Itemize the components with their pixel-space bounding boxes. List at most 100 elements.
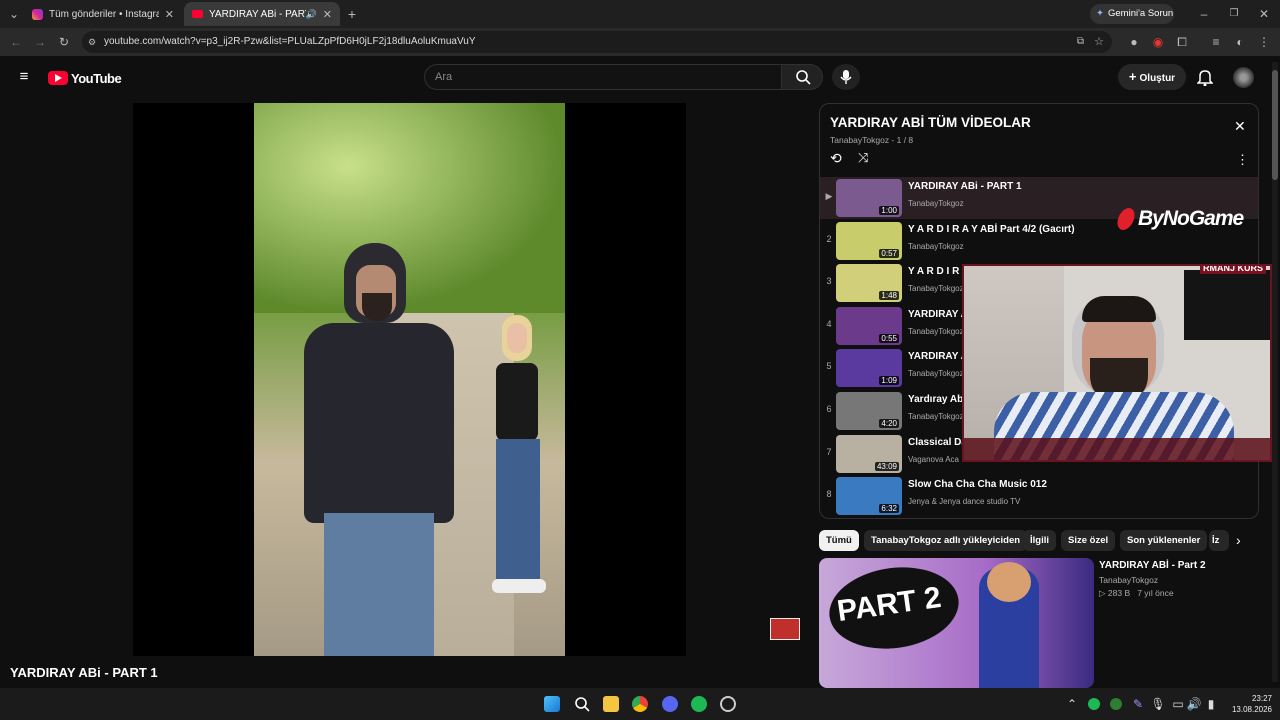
- playlist-item-title[interactable]: Y A R D I R A Y ABİ Part 4/2 (Gacırt): [908, 224, 1075, 235]
- tray-spotify-icon[interactable]: [1088, 698, 1100, 710]
- close-window-icon[interactable]: ✕: [1256, 6, 1272, 22]
- chips-next-icon[interactable]: ›: [1236, 532, 1241, 548]
- playlist-item-thumbnail[interactable]: 1:00: [836, 179, 902, 217]
- playlist-item-channel[interactable]: TanabayTokgoz: [908, 284, 964, 293]
- playlist-item-title[interactable]: YARDIRAY A: [908, 351, 968, 362]
- profile-icon[interactable]: ◐: [1232, 34, 1248, 50]
- playlist-item-thumbnail[interactable]: 0:57: [836, 221, 902, 260]
- bookmark-star-icon[interactable]: ☆: [1094, 31, 1104, 53]
- playlist-more-icon[interactable]: ⋮: [1236, 152, 1249, 168]
- search-button[interactable]: [781, 64, 823, 90]
- create-label: Oluştur: [1139, 73, 1176, 84]
- gemini-button[interactable]: ✦ Gemini'a Sorun: [1090, 4, 1174, 24]
- chrome-icon[interactable]: [632, 696, 648, 712]
- notifications-bell-icon[interactable]: [1197, 68, 1213, 86]
- filter-chip[interactable]: İlgili: [1023, 530, 1056, 551]
- youtube-logo[interactable]: YouTube: [48, 69, 122, 87]
- address-bar-row: ← → ↻ ⚙ youtube.com/watch?v=p3_ij2R-Pzw&…: [0, 28, 1280, 56]
- loop-icon[interactable]: ⟲: [830, 150, 842, 167]
- file-explorer-icon[interactable]: [603, 696, 619, 712]
- discord-icon[interactable]: [662, 696, 678, 712]
- playlist-item-title[interactable]: YARDIRAY ABi - PART 1: [908, 181, 1022, 192]
- reading-list-icon[interactable]: ≡: [1208, 34, 1224, 50]
- taskbar-clock[interactable]: 23:27 13.08.2026: [1222, 693, 1272, 715]
- playlist-item-title[interactable]: Slow Cha Cha Cha Music 012: [908, 479, 1047, 490]
- hamburger-menu-icon[interactable]: ≡: [16, 69, 32, 85]
- search-input[interactable]: Ara: [424, 64, 782, 90]
- playlist-item[interactable]: 8 6:32 Slow Cha Cha Cha Music 012 Jenya & J…: [820, 475, 1258, 517]
- extensions-puzzle-icon[interactable]: ⧠: [1174, 34, 1190, 50]
- tab-instagram[interactable]: Tüm gönderiler • Instagram ✕: [24, 2, 182, 26]
- shuffle-icon[interactable]: ⤨: [858, 150, 868, 166]
- playlist-item-title[interactable]: YARDIRAY A: [908, 309, 968, 320]
- small-channel-badge[interactable]: [770, 618, 800, 640]
- extension-icon[interactable]: ●: [1126, 34, 1142, 50]
- tab-list-chevron-icon[interactable]: ⌄: [6, 6, 22, 22]
- scrollbar-thumb[interactable]: [1272, 70, 1278, 180]
- tray-expand-icon[interactable]: ⌃: [1064, 696, 1080, 712]
- recommended-title[interactable]: YARDIRAY ABİ - Part 2: [1099, 560, 1206, 571]
- filter-chip[interactable]: Son yüklenenler: [1120, 530, 1208, 551]
- voice-search-button[interactable]: [832, 64, 860, 90]
- playlist-item-channel[interactable]: Jenya & Jenya dance studio TV: [908, 497, 1020, 506]
- filter-chip[interactable]: Size özel: [1061, 530, 1116, 551]
- tray-feather-icon[interactable]: ✎: [1130, 696, 1146, 712]
- playlist-item-thumbnail[interactable]: 1:48: [836, 264, 902, 303]
- playlist-item-title[interactable]: Classical Da: [908, 437, 967, 448]
- tab-youtube[interactable]: YARDIRAY ABi - PART 1 - Yo 🔊 ✕: [184, 2, 340, 26]
- playlist-item-channel[interactable]: TanabayTokgoz: [908, 369, 964, 378]
- close-playlist-icon[interactable]: ✕: [1234, 118, 1246, 135]
- tray-mic-icon[interactable]: 🎙: [1150, 696, 1166, 712]
- forward-icon[interactable]: →: [32, 34, 48, 50]
- app-icon[interactable]: [720, 696, 736, 712]
- minimize-icon[interactable]: –: [1196, 6, 1212, 22]
- battery-icon[interactable]: ▮: [1203, 696, 1219, 712]
- filter-chip[interactable]: Tümü: [819, 530, 859, 551]
- install-app-icon[interactable]: ⧉: [1077, 31, 1084, 53]
- playlist-item-title[interactable]: Yardıray Abi: [908, 394, 966, 405]
- woman-figure: [482, 315, 552, 605]
- menu-dots-icon[interactable]: ⋮: [1256, 34, 1272, 50]
- playlist-item-index: 4: [826, 318, 832, 329]
- playlist-item-thumbnail[interactable]: 43:09: [836, 434, 902, 473]
- recommended-channel[interactable]: TanabayTokgoz: [1099, 575, 1158, 585]
- playlist-item-title[interactable]: Y A R D I R A: [908, 266, 969, 277]
- tray-app-icon[interactable]: [1110, 698, 1122, 710]
- windows-start-icon[interactable]: [544, 696, 560, 712]
- playlist-item-thumbnail[interactable]: 0:55: [836, 306, 902, 345]
- taskbar-search-icon[interactable]: [574, 696, 590, 712]
- close-tab-icon[interactable]: ✕: [323, 8, 332, 21]
- network-icon[interactable]: ▭: [1170, 696, 1186, 712]
- playlist-item-channel[interactable]: TanabayTokgoz: [908, 327, 964, 336]
- playlist-item-thumbnail[interactable]: 4:20: [836, 392, 902, 430]
- filter-chip[interactable]: İz: [1209, 530, 1229, 551]
- speaker-icon[interactable]: 🔊: [306, 9, 317, 20]
- clock-date: 13.08.2026: [1231, 705, 1272, 714]
- video-player[interactable]: [133, 103, 686, 656]
- playlist-item-thumbnail[interactable]: 6:32: [836, 477, 902, 516]
- playlist-item-channel[interactable]: TanabayTokgoz: [908, 199, 964, 208]
- close-tab-icon[interactable]: ✕: [165, 8, 174, 21]
- playlist-item-duration: 0:57: [879, 248, 899, 258]
- playlist-item-channel[interactable]: Vaganova Aca: [908, 455, 959, 464]
- extension-red-icon[interactable]: ◉: [1150, 34, 1166, 50]
- playlist-item-thumbnail[interactable]: 1:09: [836, 349, 902, 388]
- page-scrollbar[interactable]: [1272, 62, 1278, 682]
- recommended-video[interactable]: PART 2 YARDIRAY ABİ - Part 2 TanabayTokg…: [819, 558, 1259, 688]
- recommended-thumbnail[interactable]: PART 2: [819, 558, 1094, 688]
- filter-chip[interactable]: TanabayTokgoz adlı yükleyiciden: [864, 530, 1028, 551]
- new-tab-icon[interactable]: +: [344, 6, 360, 22]
- playlist-item-channel[interactable]: TanabayTokgoz: [908, 412, 964, 421]
- volume-icon[interactable]: 🔊: [1186, 696, 1202, 712]
- site-info-icon[interactable]: ⚙: [88, 31, 96, 53]
- url-field[interactable]: ⚙ youtube.com/watch?v=p3_ij2R-Pzw&list=P…: [82, 31, 1112, 53]
- maximize-icon[interactable]: ❐: [1226, 6, 1242, 22]
- spotify-icon[interactable]: [691, 696, 707, 712]
- reload-icon[interactable]: ↻: [56, 34, 72, 50]
- create-button[interactable]: + Oluştur: [1118, 64, 1186, 90]
- account-avatar[interactable]: [1233, 67, 1254, 88]
- back-icon[interactable]: ←: [8, 34, 24, 50]
- tab-title: Tüm gönderiler • Instagram: [49, 8, 159, 20]
- playlist-item-channel[interactable]: TanabayTokgoz: [908, 242, 964, 251]
- video-frame[interactable]: [254, 103, 565, 656]
